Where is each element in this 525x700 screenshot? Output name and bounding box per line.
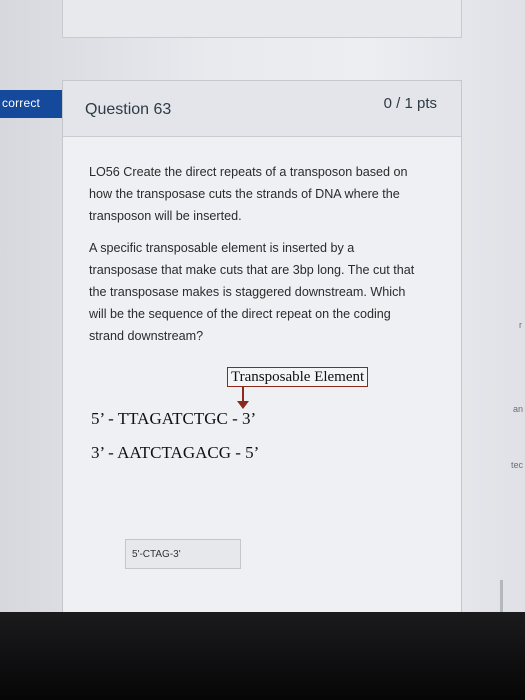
side-text-fragment-tec: tec [511,460,524,470]
screen: correct Question 63 0 / 1 pts LO56 Creat… [0,0,525,612]
question-header: Question 63 0 / 1 pts [63,81,461,137]
side-text-fragment-r: r [519,320,522,330]
transposable-element-label: Transposable Element [227,367,369,387]
insertion-arrow-icon [237,401,249,409]
bottom-strand-sequence: 3’ - AATCTAGACG - 5’ [91,443,260,462]
top-strand-sequence: 5’ - TTAGATCTGC - 3’ [91,409,257,428]
answer-field[interactable]: 5'-CTAG-3' [125,539,241,569]
question-prompt-text: A specific transposable element is inser… [89,241,415,343]
side-text-fragment-an: an [513,404,524,414]
correctness-flag-label: correct [2,96,41,110]
question-card: Question 63 0 / 1 pts LO56 Create the di… [62,80,462,612]
monitor-bezel [0,612,525,700]
transposon-diagram: Transposable Element 5’ - TTAGATCTGC - 3… [91,367,431,477]
question-points: 0 / 1 pts [383,95,437,112]
scrollbar[interactable] [500,580,503,612]
question-objective-text: LO56 Create the direct repeats of a tran… [89,165,408,223]
previous-question-card [62,0,462,38]
question-title: Question 63 [85,101,172,118]
